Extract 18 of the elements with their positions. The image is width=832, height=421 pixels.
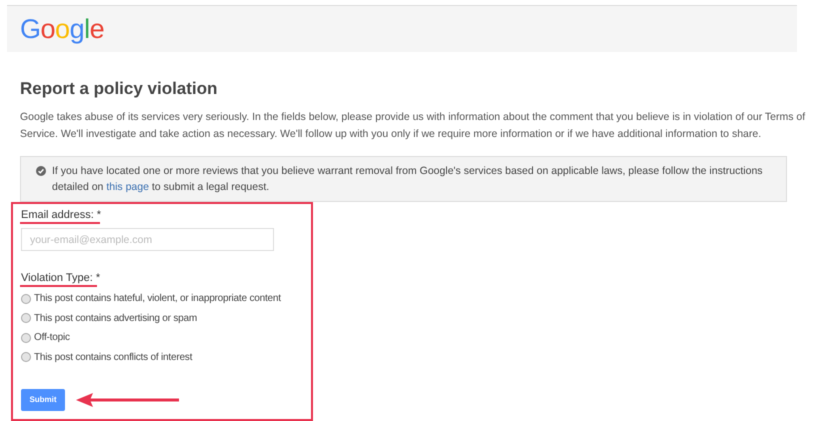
radio-button[interactable]: [21, 294, 31, 304]
radio-button[interactable]: [21, 332, 31, 343]
email-field[interactable]: your-email@example.com: [21, 228, 274, 251]
logo: Google: [20, 16, 104, 42]
email-label: Email address: *: [21, 208, 102, 222]
radio-button[interactable]: [21, 313, 31, 324]
option-label: This post contains advertising or spam: [34, 312, 198, 326]
intro-paragraph: Google takes abuse of its services very seriously. In the fields below, please provide us with information about the comment that you believe is in violation of our Terms of Service. We'll investigate and take action as necessary. We'll follow up with you only if we require more information or if we have additional information to share.: [20, 110, 806, 142]
radio-button[interactable]: [21, 352, 31, 362]
option-label: Off-topic: [34, 331, 70, 346]
violation-type-label: Violation Type: *: [21, 271, 102, 285]
notice-text: If you have located one or more reviews that you believe warrant removal from Google's services based on applicable laws, please follow the instructions detailed on this page to submit a legal request.: [52, 164, 764, 195]
submit-button[interactable]: Submit: [21, 389, 65, 411]
check-circle-icon: [36, 166, 46, 176]
option-label: This post contains hateful, violent, or inappropriate content: [34, 292, 281, 306]
page-title: Report a policy violation: [20, 79, 218, 99]
option-label: This post contains conflicts of interest: [34, 350, 192, 365]
this-page-link[interactable]: this page: [106, 181, 149, 193]
